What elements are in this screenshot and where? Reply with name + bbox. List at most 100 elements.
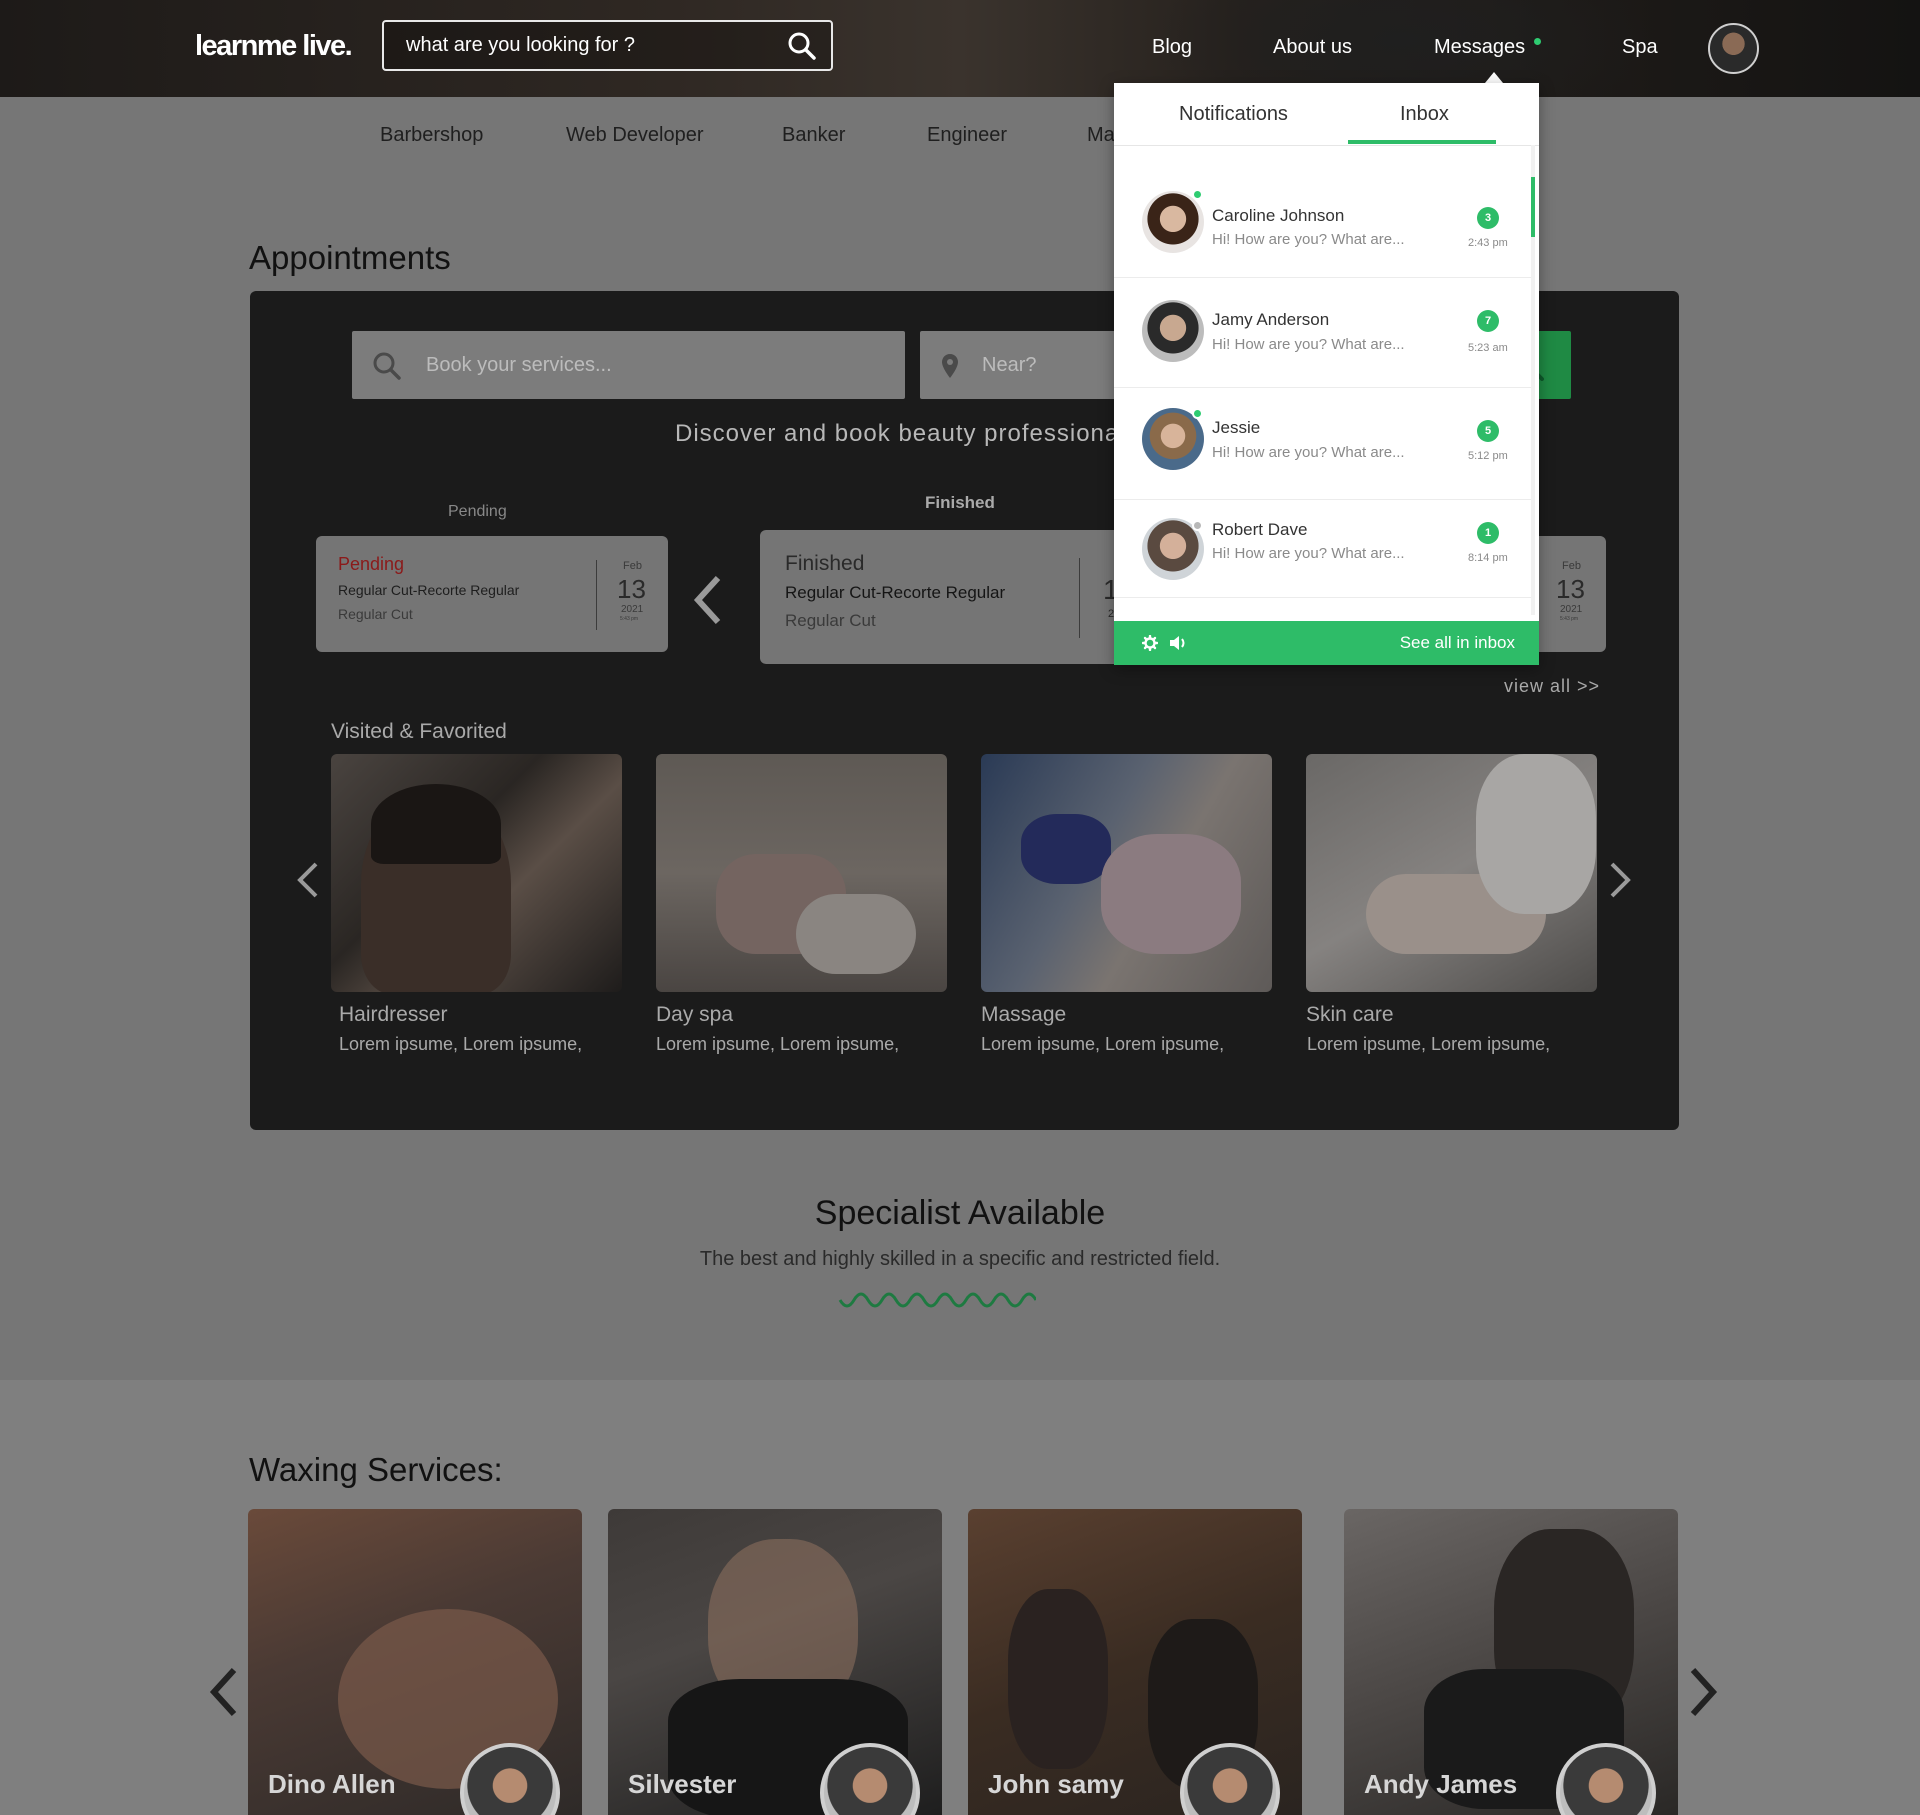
dropdown-footer: See all in inbox xyxy=(1114,621,1539,665)
appointment-service-type: Regular Cut xyxy=(785,611,876,630)
near-search-box xyxy=(920,331,1120,399)
chevron-left-icon[interactable] xyxy=(294,860,322,900)
appointment-status: Pending xyxy=(338,554,405,574)
appointment-card-pending[interactable]: Pending Regular Cut-Recorte Regular Regu… xyxy=(316,536,668,652)
tab-inbox[interactable]: Inbox xyxy=(1400,103,1449,126)
category-engineer[interactable]: Engineer xyxy=(927,124,1007,147)
visited-name: Skin care xyxy=(1306,1003,1394,1026)
day-spa-image[interactable] xyxy=(656,754,947,992)
inbox-message[interactable]: Jamy Anderson Hi! How are you? What are.… xyxy=(1114,278,1531,388)
message-time: 8:14 pm xyxy=(1468,552,1508,564)
view-all-link[interactable]: view all >> xyxy=(1504,676,1600,697)
visited-name: Hairdresser xyxy=(339,1003,448,1026)
nav-messages[interactable]: Messages xyxy=(1434,36,1525,59)
unread-count-badge: 3 xyxy=(1477,207,1499,229)
waxing-card[interactable]: John samy xyxy=(968,1509,1302,1815)
divider xyxy=(1114,145,1539,146)
online-status-dot xyxy=(1192,189,1203,200)
messages-unread-dot xyxy=(1534,38,1541,45)
messages-dropdown: Notifications Inbox Caroline Johnson Hi!… xyxy=(1114,83,1539,665)
services-search-box xyxy=(352,331,905,399)
location-pin-icon xyxy=(942,354,958,378)
divider xyxy=(596,560,597,630)
message-time: 5:23 am xyxy=(1468,342,1508,354)
category-ma[interactable]: Ma xyxy=(1087,124,1115,147)
chevron-left-icon[interactable] xyxy=(206,1666,242,1718)
search-box xyxy=(382,20,833,71)
message-preview: Hi! How are you? What are... xyxy=(1212,336,1405,353)
specialist-name: Silvester xyxy=(628,1769,737,1799)
search-icon xyxy=(373,352,401,380)
message-preview: Hi! How are you? What are... xyxy=(1212,545,1405,562)
visited-favorited-title: Visited & Favorited xyxy=(331,720,507,743)
appointments-title: Appointments xyxy=(249,239,451,276)
chevron-left-icon[interactable] xyxy=(690,574,726,626)
user-avatar[interactable] xyxy=(1708,23,1759,74)
logo[interactable]: learnme live. xyxy=(195,30,353,63)
nav-spa[interactable]: Spa xyxy=(1622,36,1658,59)
gear-icon[interactable] xyxy=(1142,635,1158,651)
appointment-service: Regular Cut-Recorte Regular xyxy=(338,582,520,598)
search-icon[interactable] xyxy=(787,31,817,61)
category-web-developer[interactable]: Web Developer xyxy=(566,124,703,147)
chevron-right-icon[interactable] xyxy=(1606,860,1634,900)
nav-about-us[interactable]: About us xyxy=(1273,36,1352,59)
services-input[interactable] xyxy=(426,331,886,399)
message-time: 2:43 pm xyxy=(1468,237,1508,249)
contact-name: Jessie xyxy=(1212,418,1261,437)
inbox-message[interactable]: Robert Dave Hi! How are you? What are...… xyxy=(1114,500,1531,598)
message-time: 5:12 pm xyxy=(1468,450,1508,462)
appointment-status: Finished xyxy=(785,552,865,575)
inbox-message[interactable]: Jessie Hi! How are you? What are... 5 5:… xyxy=(1114,388,1531,500)
hairdresser-image[interactable] xyxy=(331,754,622,992)
tab-notifications[interactable]: Notifications xyxy=(1179,103,1288,126)
search-input[interactable] xyxy=(384,22,764,69)
nav-blog[interactable]: Blog xyxy=(1152,36,1192,59)
visited-desc: Lorem ipsume, Lorem ipsume, xyxy=(981,1034,1225,1054)
speaker-icon[interactable] xyxy=(1168,634,1188,652)
divider xyxy=(1079,558,1080,638)
specialist-name: John samy xyxy=(988,1769,1124,1799)
category-banker[interactable]: Banker xyxy=(782,124,845,147)
category-barbershop[interactable]: Barbershop xyxy=(380,124,483,147)
offline-status-dot xyxy=(1192,520,1203,531)
message-preview: Hi! How are you? What are... xyxy=(1212,444,1405,461)
appointment-card-finished[interactable]: Finished Regular Cut-Recorte Regular Reg… xyxy=(760,530,1120,664)
header: learnme live. Blog About us Messages Spa xyxy=(0,0,1920,97)
waxing-card[interactable]: Andy James xyxy=(1344,1509,1678,1815)
inbox-message[interactable]: Caroline Johnson Hi! How are you? What a… xyxy=(1114,173,1531,278)
waxing-card[interactable]: Silvester xyxy=(608,1509,942,1815)
appointment-service-type: Regular Cut xyxy=(338,606,413,622)
near-input[interactable] xyxy=(982,331,1112,399)
appointment-year: 2021 xyxy=(621,604,644,615)
appointment-month: Feb xyxy=(1562,560,1581,572)
contact-avatar xyxy=(1142,300,1204,362)
appointment-day: 13 xyxy=(1556,574,1585,604)
contact-name: Robert Dave xyxy=(1212,520,1308,539)
appointment-year: 2021 xyxy=(1560,604,1583,615)
wave-divider xyxy=(838,1292,1036,1308)
unread-count-badge: 7 xyxy=(1477,310,1499,332)
massage-image[interactable] xyxy=(981,754,1272,992)
specialist-name: Dino Allen xyxy=(268,1769,396,1799)
unread-count-badge: 5 xyxy=(1477,420,1499,442)
appointment-service: Regular Cut-Recorte Regular xyxy=(785,583,1006,602)
chevron-right-icon[interactable] xyxy=(1685,1666,1721,1718)
dropdown-caret xyxy=(1485,72,1503,83)
appointment-month: Feb xyxy=(623,560,642,572)
unread-count-badge: 1 xyxy=(1477,522,1499,544)
visited-desc: Lorem ipsume, Lorem ipsume, xyxy=(656,1034,900,1054)
visited-desc: Lorem ipsume, Lorem ipsume, xyxy=(339,1034,583,1054)
waxing-card[interactable]: Dino Allen xyxy=(248,1509,582,1815)
contact-name: Caroline Johnson xyxy=(1212,206,1345,225)
visited-desc: Lorem ipsume, Lorem ipsume, xyxy=(1307,1034,1551,1054)
online-status-dot xyxy=(1192,408,1203,419)
specialist-title: Specialist Available xyxy=(814,1194,1106,1232)
waxing-title: Waxing Services: xyxy=(249,1451,503,1488)
skin-care-image[interactable] xyxy=(1306,754,1597,992)
appointment-day: 13 xyxy=(617,574,646,604)
scrollbar-thumb[interactable] xyxy=(1531,177,1535,237)
specialist-name: Andy James xyxy=(1364,1769,1518,1799)
see-all-inbox-link[interactable]: See all in inbox xyxy=(1400,633,1515,653)
pending-label: Pending xyxy=(448,503,507,520)
